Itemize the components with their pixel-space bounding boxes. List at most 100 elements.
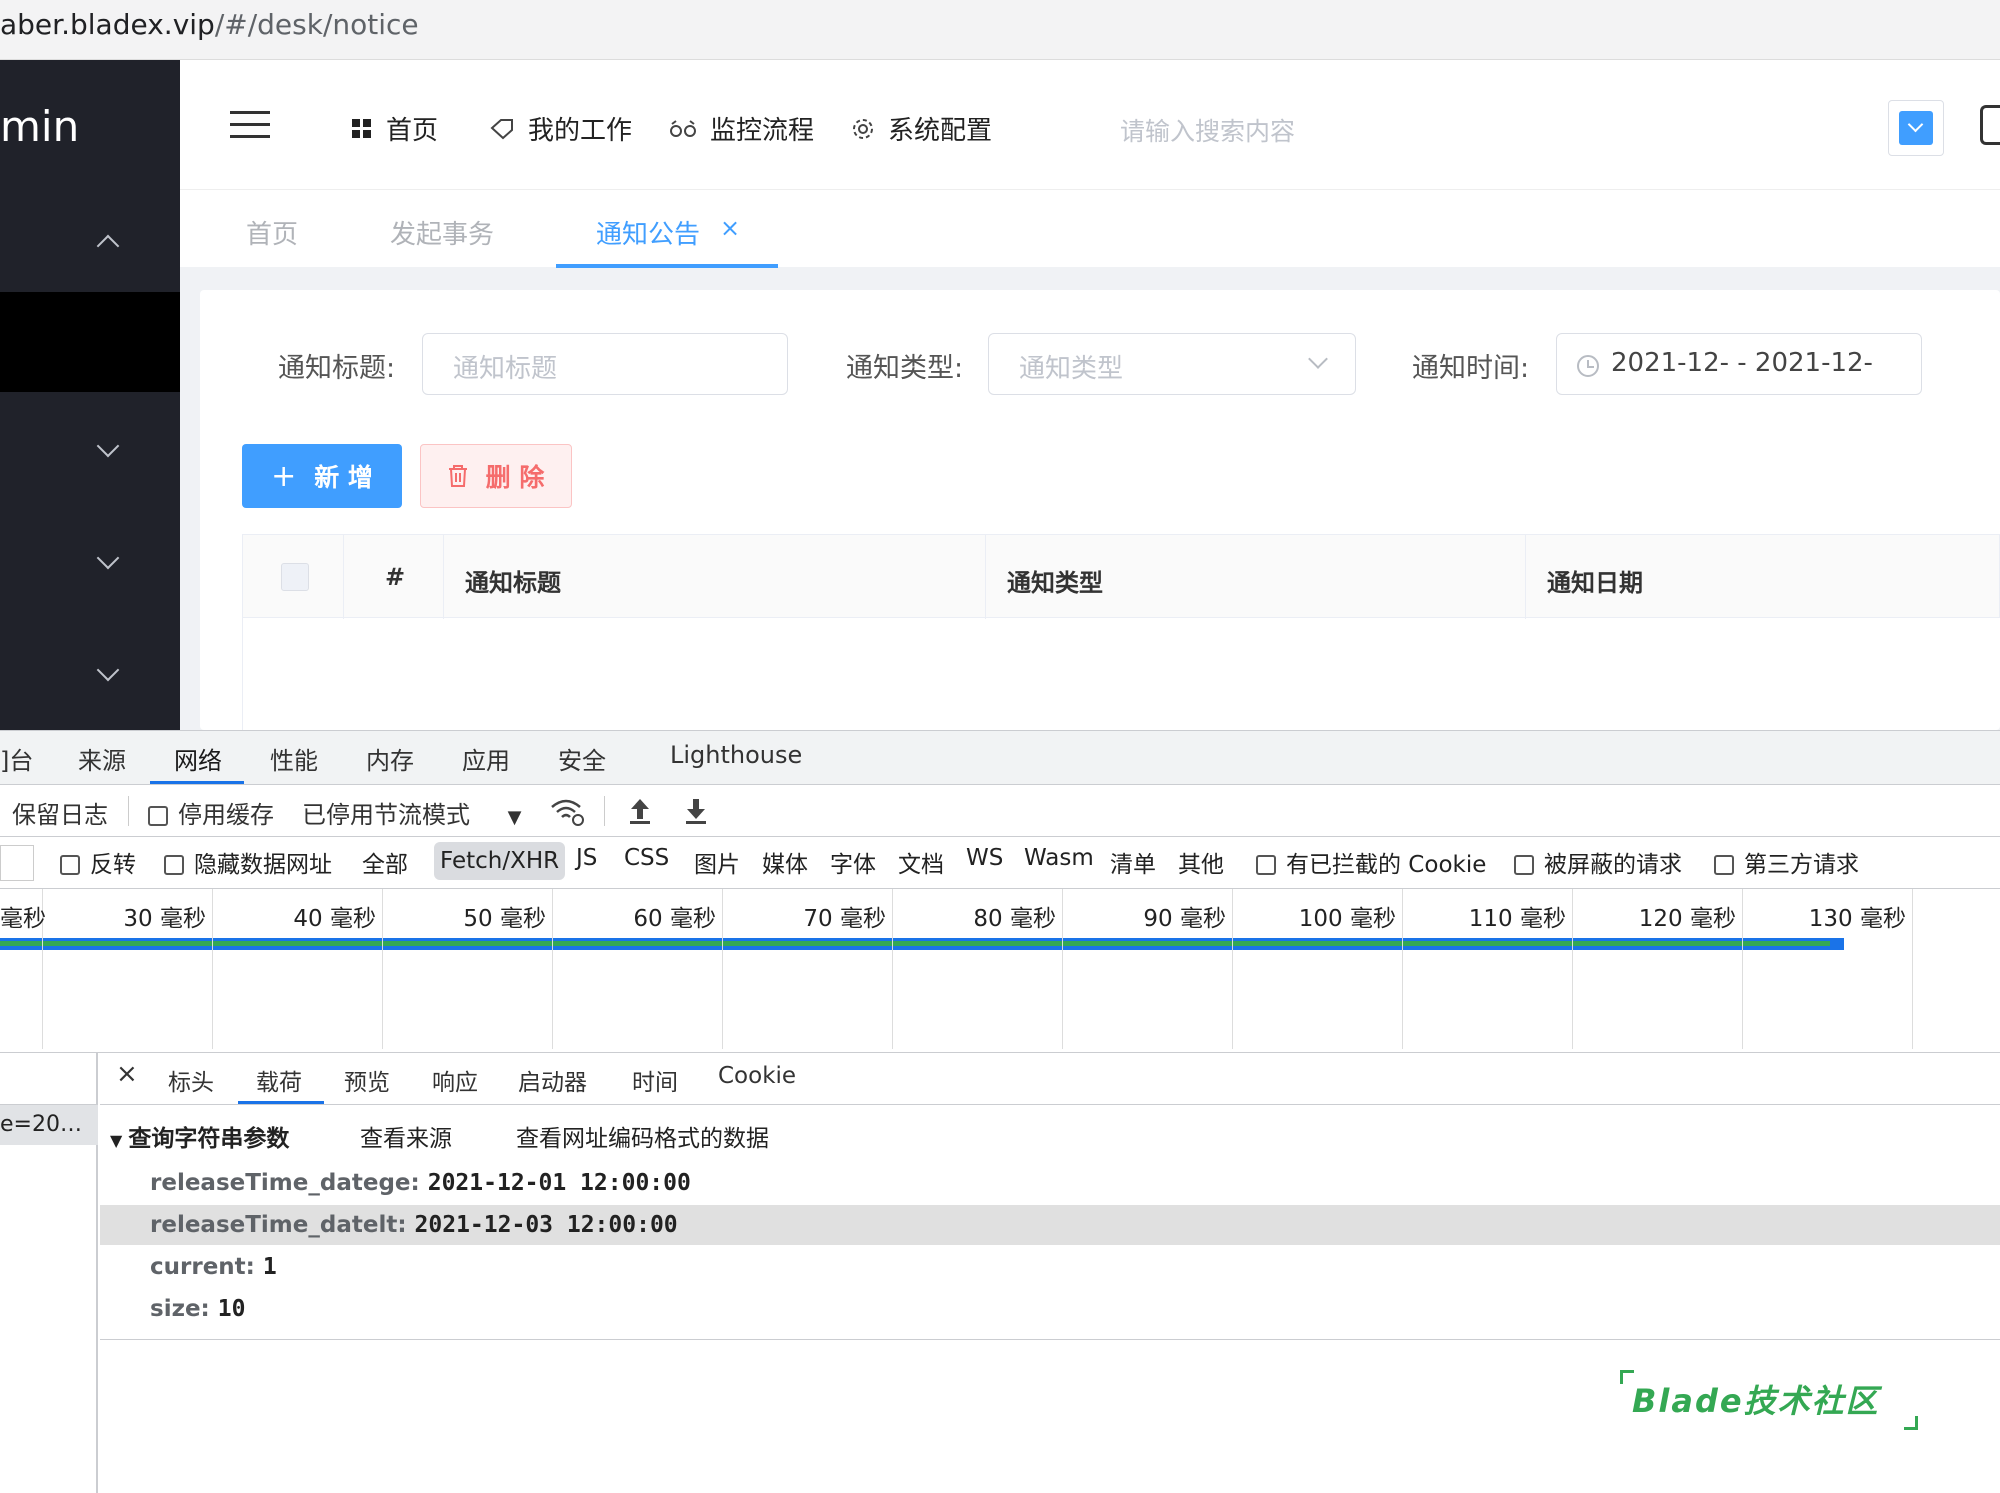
query-params-section[interactable]: ▼ 查询字符串参数 xyxy=(110,1119,289,1153)
column-header-title: 通知标题 xyxy=(465,569,561,597)
checkbox-box xyxy=(60,855,80,875)
devtools-tab-application[interactable]: 应用 xyxy=(462,741,510,776)
timeline-gridline xyxy=(1742,889,1743,1049)
tab-start-task[interactable]: 发起事务 xyxy=(390,214,494,251)
third-party-label: 第三方请求 xyxy=(1744,852,1859,878)
delete-button-label: 删 除 xyxy=(485,463,545,492)
chevron-down-icon xyxy=(96,434,120,458)
add-button[interactable]: + 新 增 xyxy=(242,444,402,508)
topbar-dropdown-button[interactable] xyxy=(1888,100,1944,156)
plus-icon: + xyxy=(271,458,297,494)
url-text[interactable]: aber.bladex.vip/#/desk/notice xyxy=(0,8,419,41)
devtools-tab-performance[interactable]: 性能 xyxy=(270,741,318,776)
timeline-gridline xyxy=(1402,889,1403,1049)
sidebar-menu-collapsed-1[interactable] xyxy=(0,408,180,508)
network-conditions-icon[interactable] xyxy=(550,797,586,827)
detail-tab-headers[interactable]: 标头 xyxy=(168,1063,214,1097)
active-panel-indicator xyxy=(150,781,244,784)
invert-checkbox[interactable]: 反转 xyxy=(60,845,136,879)
topmenu-home[interactable]: 首页 xyxy=(352,110,438,147)
devtools-tab-sources[interactable]: 来源 xyxy=(78,741,126,776)
param-key: current: 1 xyxy=(150,1247,277,1287)
filter-type-manifest[interactable]: 清单 xyxy=(1110,845,1156,879)
sidebar-menu-collapsed-3[interactable] xyxy=(0,632,180,730)
topmenu-settings[interactable]: 系统配置 xyxy=(852,110,992,147)
time-range-picker[interactable]: 2021-12- - 2021-12- xyxy=(1556,333,1922,395)
hide-data-urls-checkbox[interactable]: 隐藏数据网址 xyxy=(164,845,332,879)
table-header: # 通知标题 通知类型 通知日期 xyxy=(242,534,2000,619)
top-search-input[interactable]: 请输入搜索内容 xyxy=(1120,112,1295,148)
column-header-index: # xyxy=(385,563,406,591)
third-party-checkbox[interactable]: 第三方请求 xyxy=(1714,845,1859,879)
download-icon[interactable] xyxy=(684,797,708,825)
detail-tab-initiator[interactable]: 启动器 xyxy=(518,1063,587,1097)
filter-type-fetch-xhr[interactable]: Fetch/XHR xyxy=(434,842,566,880)
delete-button[interactable]: 删 除 xyxy=(420,444,572,508)
tab-close-icon[interactable]: × xyxy=(720,214,740,242)
disable-cache-label: 停用缓存 xyxy=(178,801,274,829)
devtools-panel-tabs: ]台 来源 网络 性能 内存 应用 安全 Lighthouse xyxy=(0,731,2000,785)
filter-type-font[interactable]: 字体 xyxy=(830,845,876,879)
lock-screen-icon[interactable] xyxy=(1980,105,2000,145)
devtools-tab-lighthouse[interactable]: Lighthouse xyxy=(670,741,802,769)
title-filter-input[interactable]: 通知标题 xyxy=(422,333,788,395)
request-row[interactable]: e=20… xyxy=(0,1105,98,1145)
filter-type-js[interactable]: JS xyxy=(576,845,597,871)
blocked-cookies-checkbox[interactable]: 有已拦截的 Cookie xyxy=(1256,845,1486,879)
tab-notice[interactable]: 通知公告 xyxy=(596,214,700,251)
detail-tab-response[interactable]: 响应 xyxy=(432,1063,478,1097)
filter-type-other[interactable]: 其他 xyxy=(1178,845,1224,879)
devtools-tab-security[interactable]: 安全 xyxy=(558,741,606,776)
timeline-gridline xyxy=(722,889,723,1049)
top-navbar: 首页 我的工作 监控流程 系统配置 请输入搜索内容 xyxy=(180,60,2000,190)
topmenu-my-work[interactable]: 我的工作 xyxy=(490,110,632,147)
sidebar-menu-active[interactable] xyxy=(0,292,180,392)
sidebar-menu-collapsed-2[interactable] xyxy=(0,520,180,620)
topmenu-monitor[interactable]: 监控流程 xyxy=(670,110,814,147)
view-url-encoded-link[interactable]: 查看网址编码格式的数据 xyxy=(516,1119,769,1153)
filter-type-doc[interactable]: 文档 xyxy=(898,845,944,879)
filter-type-css[interactable]: CSS xyxy=(624,845,669,871)
close-detail-icon[interactable]: × xyxy=(116,1059,138,1089)
browser-url-bar[interactable]: aber.bladex.vip/#/desk/notice xyxy=(0,0,2000,60)
request-list-header xyxy=(0,1053,98,1105)
disable-cache-checkbox[interactable]: 停用缓存 xyxy=(148,795,274,830)
upload-icon[interactable] xyxy=(628,797,652,825)
param-key-text: current: xyxy=(150,1254,255,1280)
view-source-link[interactable]: 查看来源 xyxy=(360,1119,452,1153)
detail-tab-payload[interactable]: 载荷 xyxy=(256,1063,302,1097)
hamburger-menu-icon[interactable] xyxy=(230,111,270,139)
type-filter-select[interactable]: 通知类型 xyxy=(988,333,1356,395)
filter-type-all[interactable]: 全部 xyxy=(362,845,408,879)
filter-type-wasm[interactable]: Wasm xyxy=(1024,845,1094,871)
blocked-requests-checkbox[interactable]: 被屏蔽的请求 xyxy=(1514,845,1682,879)
detail-tab-timing[interactable]: 时间 xyxy=(632,1063,678,1097)
timeline-gridline xyxy=(552,889,553,1049)
filter-type-ws[interactable]: WS xyxy=(966,845,1003,871)
throttle-select[interactable]: 已停用节流模式 ▼ xyxy=(302,795,521,830)
detail-tab-preview[interactable]: 预览 xyxy=(344,1063,390,1097)
devtools-tab-console[interactable]: ]台 xyxy=(0,741,33,776)
topmenu-my-work-label: 我的工作 xyxy=(528,116,633,146)
sidebar: min xyxy=(0,60,180,730)
timeline-tick-label: 50 毫秒 xyxy=(463,906,546,932)
glasses-icon xyxy=(670,119,696,137)
filter-type-img[interactable]: 图片 xyxy=(694,845,740,879)
preserve-log-checkbox[interactable]: 保留日志 xyxy=(12,795,108,830)
devtools-tab-memory[interactable]: 内存 xyxy=(366,741,414,776)
title-filter-placeholder: 通知标题 xyxy=(453,354,558,384)
type-filter-placeholder: 通知类型 xyxy=(1019,354,1124,384)
param-key: releaseTime_datege: 2021-12-01 12:00:00 xyxy=(150,1163,691,1203)
select-all-checkbox[interactable] xyxy=(281,563,309,591)
detail-tab-cookies[interactable]: Cookie xyxy=(718,1063,796,1089)
sidebar-menu-expanded[interactable] xyxy=(0,190,180,290)
active-detail-tab-indicator xyxy=(238,1101,324,1104)
filter-input[interactable] xyxy=(0,845,34,881)
filter-type-media[interactable]: 媒体 xyxy=(762,845,808,879)
tab-home[interactable]: 首页 xyxy=(246,214,298,251)
table-body xyxy=(242,618,2000,730)
devtools-tab-network[interactable]: 网络 xyxy=(174,741,222,776)
column-divider xyxy=(985,535,986,619)
timeline-gridline xyxy=(1912,889,1913,1049)
timeline-tick-label: 120 毫秒 xyxy=(1638,906,1736,932)
